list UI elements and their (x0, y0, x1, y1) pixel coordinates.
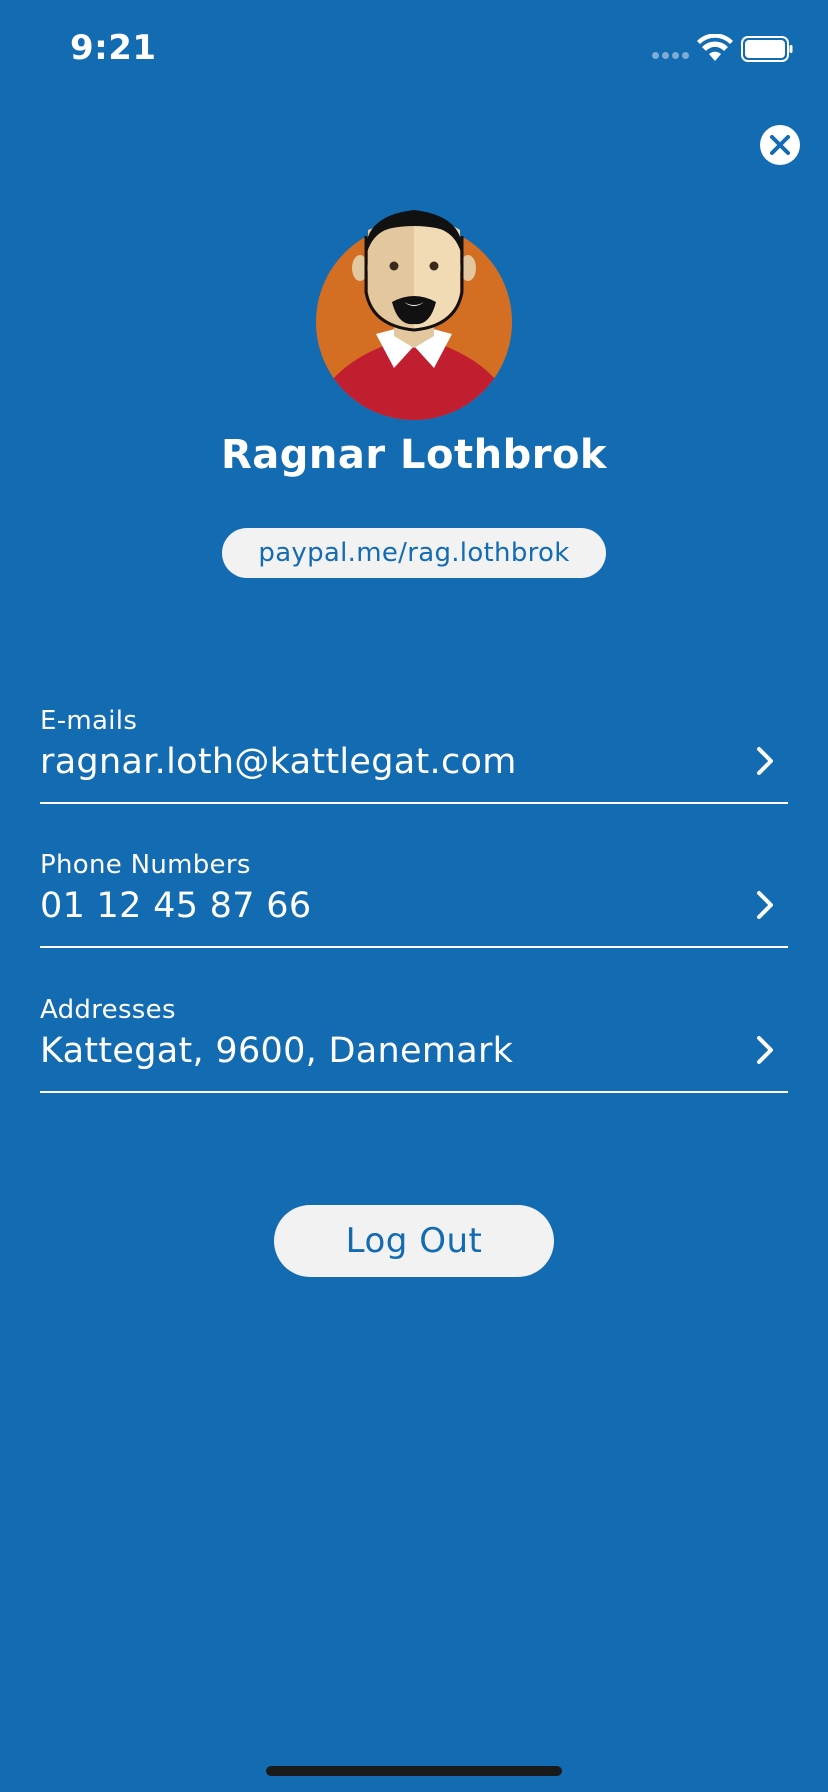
avatar (316, 210, 512, 420)
paypal-link-button[interactable]: paypal.me/rag.lothbrok (222, 528, 606, 578)
logout-button[interactable]: Log Out (274, 1205, 554, 1277)
status-bar: 9:21 (0, 0, 828, 100)
emails-label: E-mails (40, 706, 138, 736)
email-value: ragnar.loth@kattlegat.com (40, 742, 517, 782)
cellular-signal-icon (652, 52, 689, 59)
battery-icon (741, 36, 793, 62)
profile-name: Ragnar Lothbrok (220, 432, 608, 478)
chevron-right-icon (757, 1036, 773, 1064)
chevron-right-icon (757, 747, 773, 775)
status-time: 9:21 (70, 28, 157, 68)
address-value: Kattegat, 9600, Danemark (40, 1031, 514, 1071)
phone-numbers-label: Phone Numbers (40, 850, 251, 880)
close-button[interactable] (760, 125, 800, 165)
phone-number-value: 01 12 45 87 66 (40, 886, 312, 926)
emails-row[interactable]: E-mails ragnar.loth@kattlegat.com (40, 706, 788, 804)
wifi-icon (697, 34, 733, 61)
addresses-row[interactable]: Addresses Kattegat, 9600, Danemark (40, 995, 788, 1093)
home-indicator[interactable] (266, 1766, 562, 1776)
close-icon (770, 135, 790, 155)
addresses-label: Addresses (40, 995, 176, 1025)
chevron-right-icon (757, 891, 773, 919)
phone-numbers-row[interactable]: Phone Numbers 01 12 45 87 66 (40, 850, 788, 948)
